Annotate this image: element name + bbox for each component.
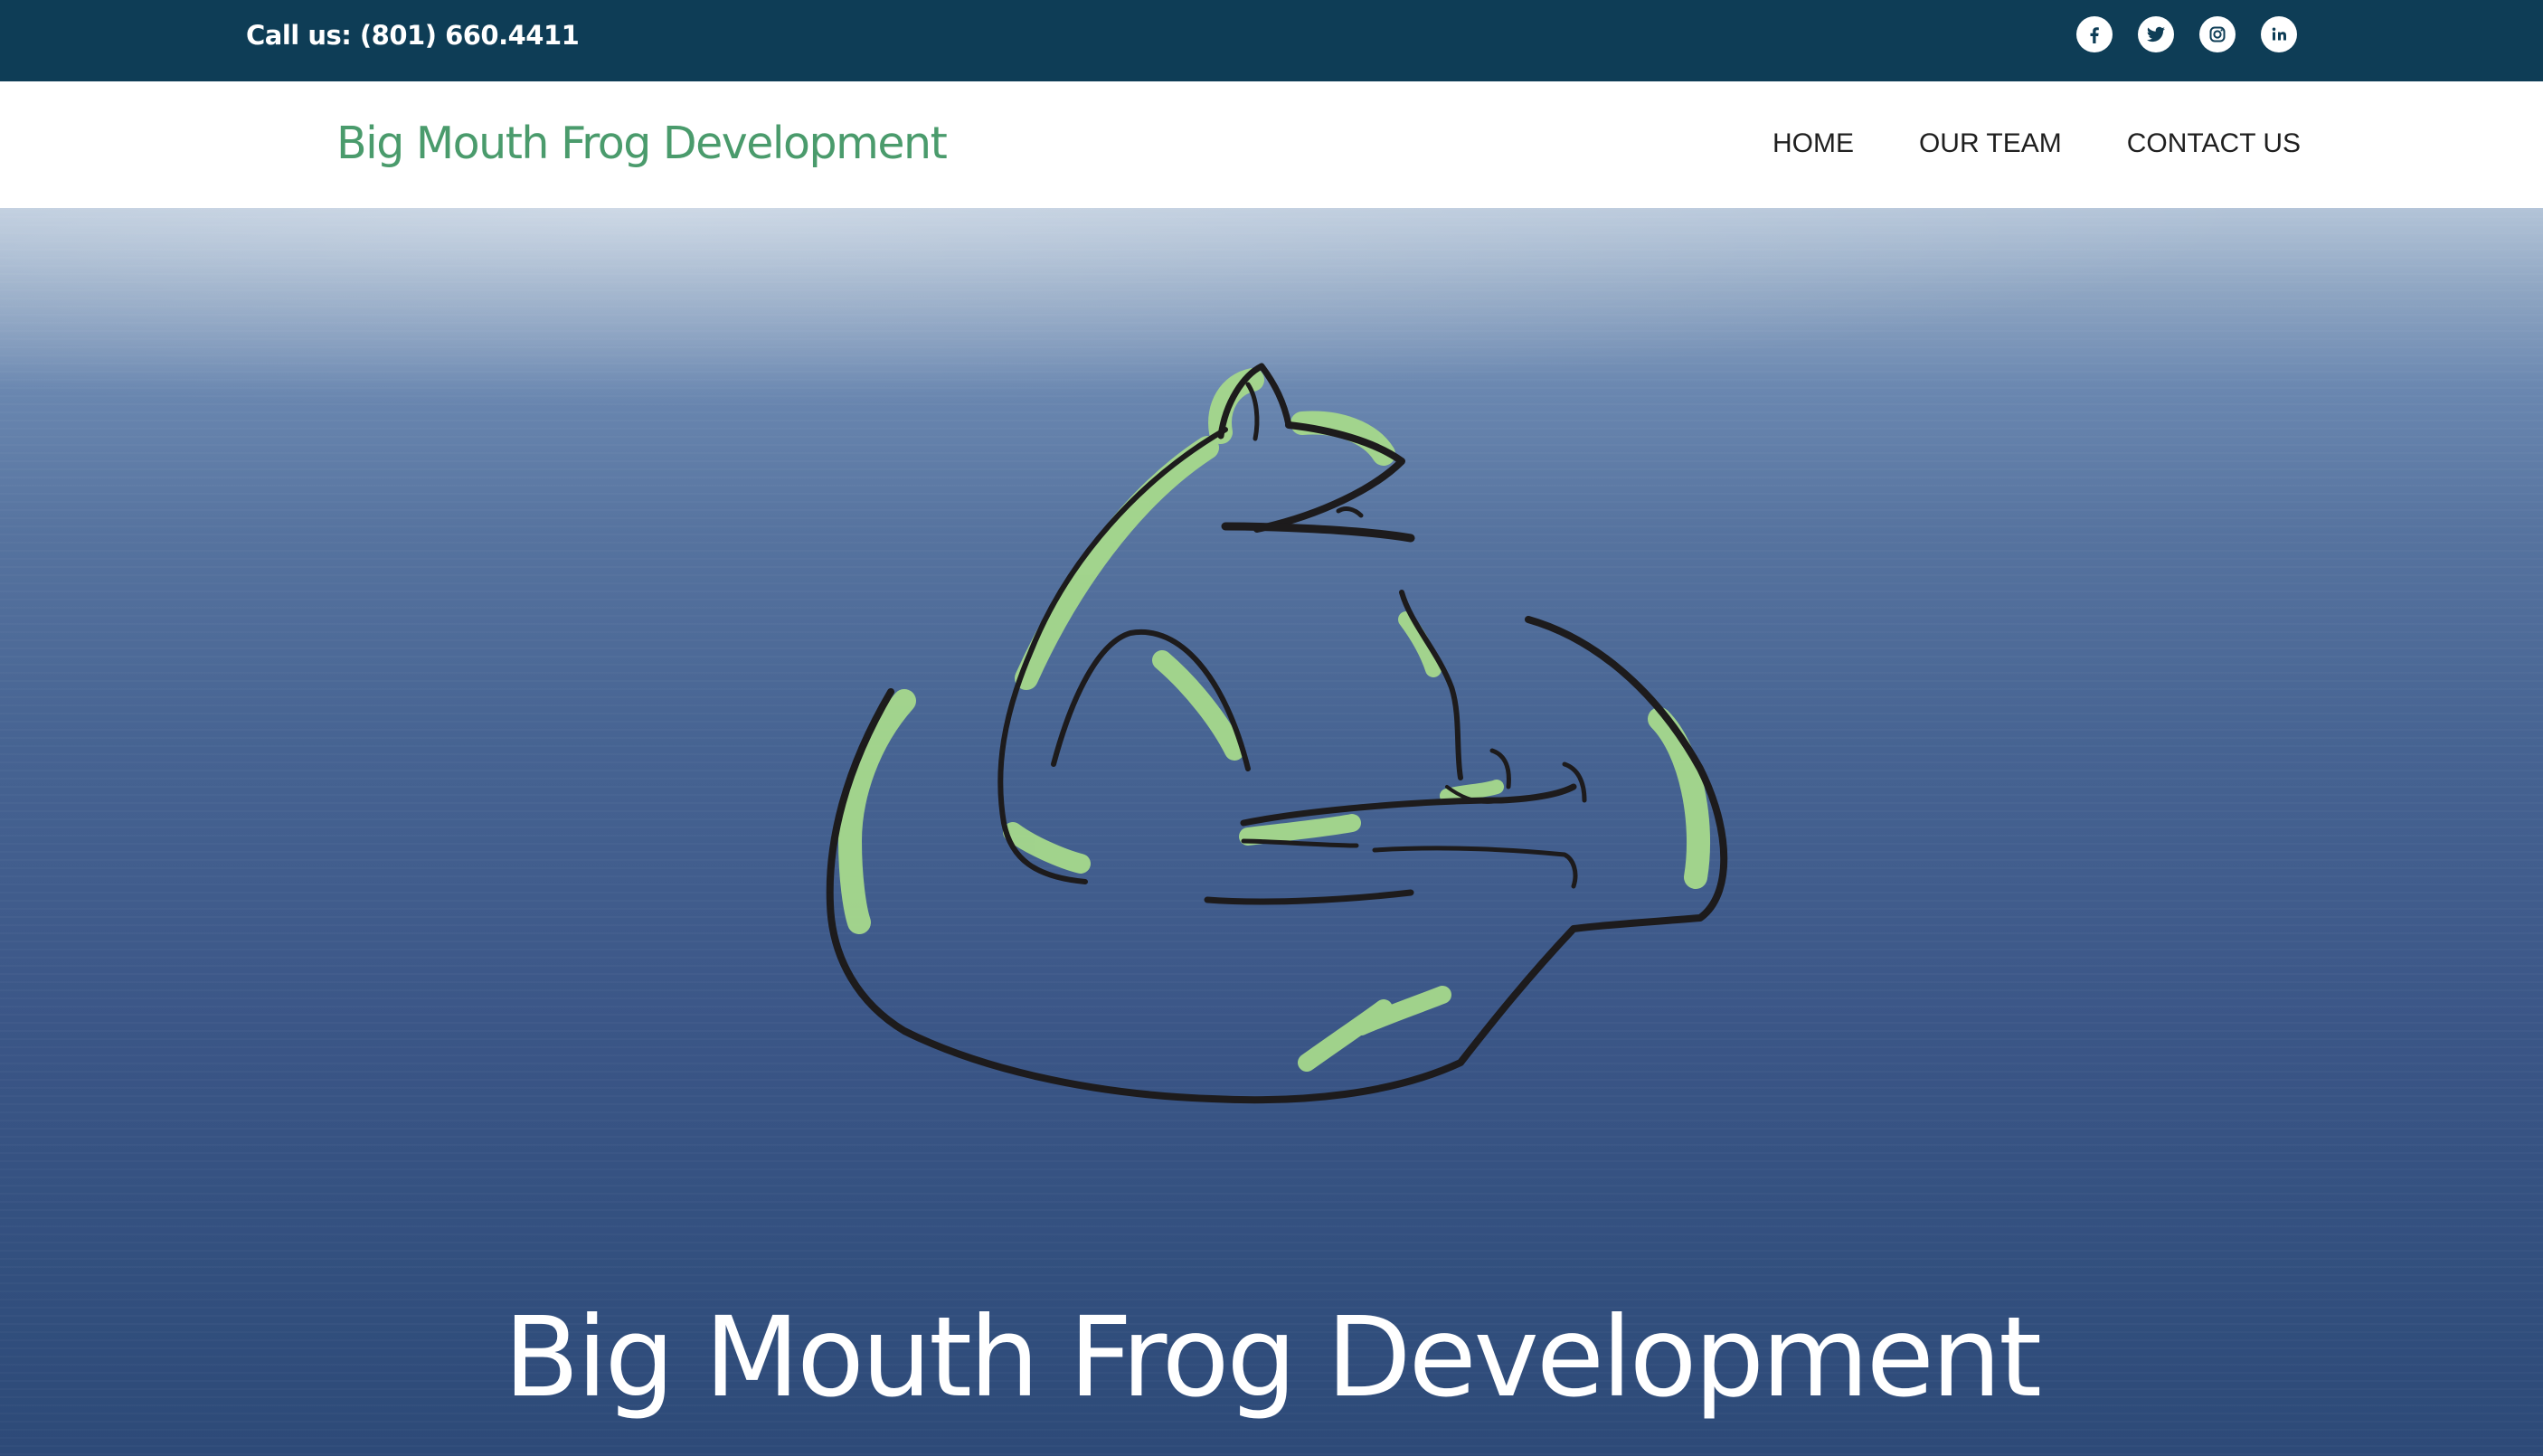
main-menu: HOME OUR TEAM CONTACT US <box>1773 128 2301 159</box>
hero-section: Big Mouth Frog Development <box>0 208 2543 1456</box>
phone-number: Call us: (801) 660.4411 <box>246 20 580 51</box>
frog-green-highlights <box>837 368 1711 1072</box>
hero-title: Big Mouth Frog Development <box>504 1293 2042 1422</box>
top-bar: Call us: (801) 660.4411 <box>0 0 2543 81</box>
nav-our-team[interactable]: OUR TEAM <box>1919 128 2062 159</box>
nav-contact-us[interactable]: CONTACT US <box>2127 128 2301 159</box>
twitter-icon[interactable] <box>2138 16 2174 52</box>
frog-logo-icon <box>826 363 1728 1104</box>
linkedin-icon[interactable] <box>2261 16 2297 52</box>
instagram-icon[interactable] <box>2199 16 2236 52</box>
nav-home[interactable]: HOME <box>1773 128 1854 159</box>
brand-link[interactable]: Big Mouth Frog Development <box>336 118 948 169</box>
facebook-icon[interactable] <box>2076 16 2113 52</box>
main-navbar: Big Mouth Frog Development HOME OUR TEAM… <box>0 81 2543 208</box>
frog-outline <box>826 363 1728 1104</box>
social-links <box>2076 16 2297 52</box>
